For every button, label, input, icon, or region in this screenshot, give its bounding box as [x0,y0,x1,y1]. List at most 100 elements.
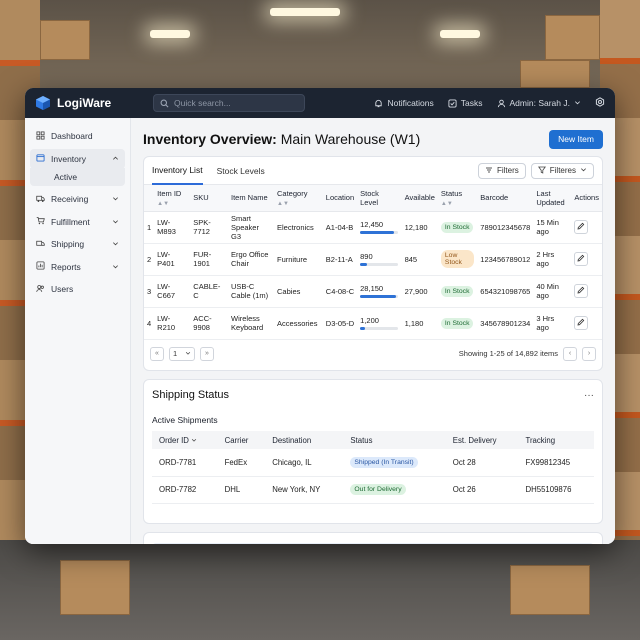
tab-stock-levels[interactable]: Stock Levels [217,157,265,185]
cardboard-box [545,15,600,60]
cell-location: C4-08-C [322,275,358,308]
table-row[interactable]: 1 LW-M893 SPK-7712 Smart Speaker G3 Elec… [144,211,602,244]
cell-status: Low Stock [437,243,478,276]
cell-category: Cabies [274,275,323,308]
cell-status: Out for Delivery [343,476,446,504]
more-options-icon[interactable]: ··· [584,390,594,401]
grid-icon [36,130,45,142]
ceiling-light [440,30,480,38]
row-number: 1 [144,211,155,244]
stock-value: 890 [360,252,373,262]
column-header-carrier[interactable]: Carrier [217,431,266,449]
page-value: 1 [173,349,178,358]
column-header-item-id[interactable]: Item ID ▲▼ [154,185,191,212]
edit-button[interactable] [574,316,589,330]
chevron-down-icon [112,194,119,204]
top-bar: LogiWare Notifications Tasks Admin: Sara… [25,88,615,118]
sidebar-item-dashboard[interactable]: Dashboard [30,126,125,146]
cell-tracking[interactable]: DH55109876 [518,476,594,504]
tasks-button[interactable]: Tasks [448,98,483,108]
column-header-sku[interactable]: SKU [190,185,229,212]
column-header-status[interactable]: Status ▲▼ [437,185,478,212]
chevron-down-icon [580,166,587,175]
column-header-location[interactable]: Location [322,185,358,212]
sidebar-item-fulfillment[interactable]: Fulfillment [30,212,125,232]
column-header-destination[interactable]: Destination [265,431,344,449]
chevron-down-icon [112,239,119,249]
settings-button[interactable] [595,97,605,109]
sidebar-item-reports[interactable]: Reports [30,257,125,277]
column-header-status[interactable]: Status [343,431,446,449]
search-box[interactable] [153,94,305,112]
filteres-dropdown[interactable]: Filteres [530,162,594,179]
stock-value: 12,450 [360,220,384,230]
cart-icon [36,216,45,227]
cell-actions [571,243,602,276]
cardboard-box [510,565,590,615]
edit-button[interactable] [574,252,589,266]
prev-page-button[interactable]: ‹ [563,346,577,361]
pencil-icon [577,286,585,296]
filters-button[interactable]: Filters [477,162,526,179]
row-number: 2 [144,243,155,276]
user-menu[interactable]: Admin: Sarah J. [497,98,581,108]
new-item-button[interactable]: New Item [549,129,603,149]
status-badge: In Stock [440,221,474,233]
cell-category: Accessories [274,307,323,340]
box-icon [36,153,45,164]
ship-icon [36,239,45,250]
column-header-order-id[interactable]: Order ID [152,431,218,449]
table-row[interactable]: ORD-7782 DHL New York, NY Out for Delive… [152,476,594,504]
sidebar-item-label: Dashboard [51,131,93,141]
cell-sku: ACC-9908 [190,307,229,340]
app-logo[interactable]: LogiWare [35,95,143,111]
sidebar-item-receiving[interactable]: Receiving [30,189,125,209]
status-badge: Out for Delivery [350,484,406,495]
tab-inventory-list[interactable]: Inventory List [152,157,203,185]
page-select[interactable]: 1 [169,346,195,361]
sidebar-item-label: Shipping [51,239,85,249]
table-row[interactable]: ORD-7781 FedEx Chicago, IL Shipped (In T… [152,449,594,477]
table-row[interactable]: 3 LW-C667 CABLE-C USB-C Cable (1m) Cabie… [144,275,602,308]
cell-destination: Chicago, IL [265,449,344,477]
table-row[interactable]: 4 LW-R210 ACC-9908 Wireless Keyboard Acc… [144,307,602,340]
sidebar-item-inventory[interactable]: Inventory [30,148,125,169]
next-page-button[interactable]: › [582,346,596,361]
first-page-button[interactable]: « [150,346,164,361]
sidebar-item-shipping[interactable]: Shipping [30,234,125,254]
app-name: LogiWare [57,96,112,110]
cell-item-name: Wireless Keyboard [228,307,275,340]
column-header-stock-level[interactable]: Stock Level [357,185,402,212]
search-input[interactable] [174,98,294,108]
table-row[interactable]: 2 LW-P401 FUR-1901 Ergo Office Chair Fur… [144,243,602,276]
column-header-last-updated[interactable]: Last Updated [533,185,572,212]
cell-item-id: LW-M893 [154,211,191,244]
sidebar-item-label: Inventory [51,153,86,164]
cell-barcode: 345678901234 [477,307,534,340]
cell-tracking[interactable]: FX99812345 [518,449,594,477]
last-page-button[interactable]: » [200,346,214,361]
edit-button[interactable] [574,220,589,234]
column-header-barcode[interactable]: Barcode [477,185,534,212]
stock-bar [360,231,399,234]
cell-location: A1-04-B [322,211,358,244]
edit-button[interactable] [574,284,589,298]
column-header-actions: Actions [571,185,602,212]
cell-stock-level: 1,200 [357,307,402,340]
cell-status: Shipped (In Transit) [343,449,446,477]
sidebar-subitem-active[interactable]: Active [30,168,125,186]
column-header-est-delivery[interactable]: Est. Delivery [445,431,519,449]
sidebar-item-users[interactable]: Users [30,279,125,299]
notifications-button[interactable]: Notifications [374,98,434,108]
tasks-label: Tasks [460,98,483,108]
cell-status: In Stock [437,275,478,308]
chevron-down-icon [112,217,119,227]
column-header-item-name[interactable]: Item Name [228,185,275,212]
shipping-header-row: Order ID Carrier Destination Status Est.… [152,431,594,449]
column-header-available[interactable]: Available [401,185,438,212]
user-label: Admin: Sarah J. [509,98,570,108]
chevron-down-icon [191,436,197,445]
column-header-category[interactable]: Category ▲▼ [274,185,323,212]
cell-location: B2-11-A [322,243,358,276]
column-header-tracking[interactable]: Tracking [518,431,594,449]
